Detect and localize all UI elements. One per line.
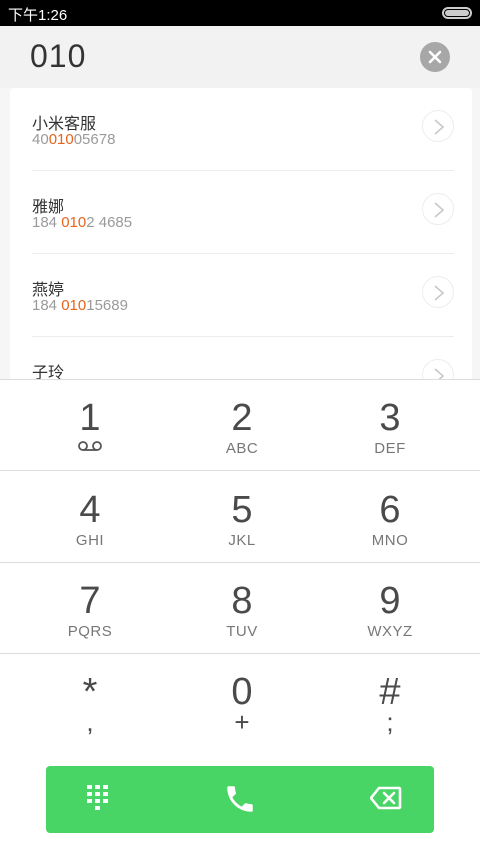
call-action-bar (46, 766, 434, 833)
key-6[interactable]: 6 MNO (310, 472, 470, 563)
contact-detail-button[interactable] (422, 193, 454, 225)
contact-row[interactable]: 雅娜 184 0102 4685 (10, 171, 472, 254)
dialpad-row: 1 2 ABC 3 DEF (0, 380, 480, 471)
call-button[interactable] (223, 782, 257, 821)
key-1[interactable]: 1 (10, 380, 170, 471)
close-icon (428, 50, 442, 64)
key-7[interactable]: 7 PQRS (10, 563, 170, 654)
key-5[interactable]: 5 JKL (162, 472, 322, 563)
key-3[interactable]: 3 DEF (310, 380, 470, 471)
backspace-button[interactable] (369, 786, 402, 815)
voicemail-icon (78, 441, 102, 451)
battery-icon (442, 7, 472, 19)
contact-row[interactable]: 燕婷 184 01015689 (10, 254, 472, 337)
contact-number: 184 01015689 (32, 297, 128, 314)
keypad-toggle-button[interactable] (86, 783, 110, 818)
dialed-number-bar: 010 (0, 26, 480, 88)
contact-row[interactable]: 小米客服 4001005678 (10, 88, 472, 171)
status-time: 下午1:26 (8, 7, 68, 24)
chevron-right-icon (434, 119, 445, 135)
status-bar: 下午1:26 (0, 0, 480, 26)
key-4[interactable]: 4 GHI (10, 472, 170, 563)
clear-button[interactable] (420, 42, 450, 72)
key-0[interactable]: 0 + (162, 654, 322, 745)
dialed-number[interactable]: 010 (30, 38, 86, 75)
key-star[interactable]: * , (10, 654, 170, 745)
keypad-icon (87, 785, 108, 810)
chevron-right-icon (434, 202, 445, 218)
dialpad-row: * , 0 + # ; (0, 654, 480, 745)
contact-number: 184 0102 4685 (32, 214, 133, 231)
contact-results: 小米客服 4001005678 雅娜 184 0102 4685 燕婷 184 … (10, 88, 472, 388)
contact-number: 4001005678 (32, 131, 116, 148)
key-8[interactable]: 8 TUV (162, 563, 322, 654)
key-9[interactable]: 9 WXYZ (310, 563, 470, 654)
backspace-icon (369, 786, 402, 810)
dialpad-row: 4 GHI 5 JKL 6 MNO (0, 472, 480, 563)
contact-detail-button[interactable] (422, 110, 454, 142)
chevron-right-icon (434, 285, 445, 301)
key-hash[interactable]: # ; (310, 654, 470, 745)
dialpad-row: 7 PQRS 8 TUV 9 WXYZ (0, 563, 480, 654)
contact-detail-button[interactable] (422, 276, 454, 308)
phone-icon (227, 786, 253, 812)
key-2[interactable]: 2 ABC (162, 380, 322, 471)
